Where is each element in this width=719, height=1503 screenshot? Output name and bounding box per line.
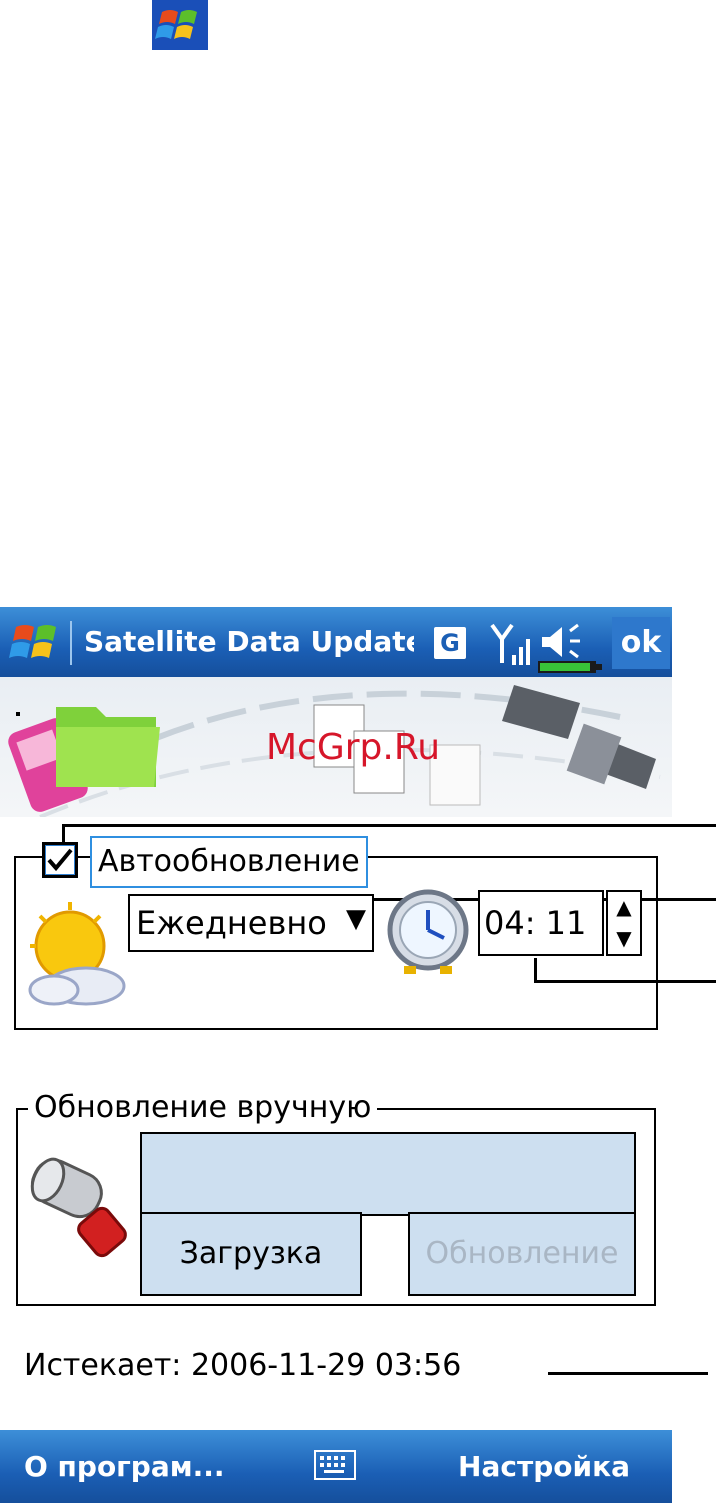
expiry-status: Истекает: 2006-11-29 03:56 [24, 1348, 462, 1383]
update-button[interactable]: Обновление [408, 1212, 636, 1296]
gprs-icon[interactable]: G [434, 627, 466, 659]
time-value: 04: 11 [484, 904, 587, 942]
callout-line-checkbox [62, 824, 716, 827]
keyboard-icon[interactable] [314, 1450, 356, 1480]
checkmark-icon [47, 848, 73, 872]
window-title: Satellite Data Update [84, 625, 414, 658]
auto-update-checkbox[interactable] [42, 842, 78, 878]
spin-up-icon[interactable]: ▲ [608, 892, 640, 923]
ok-button[interactable]: ok [612, 617, 670, 669]
manual-update-legend: Обновление вручную [28, 1090, 378, 1125]
title-bar: Satellite Data Update G ok [0, 607, 672, 677]
frequency-value: Ежедневно [136, 904, 327, 942]
frequency-select[interactable]: Ежедневно ▼ [128, 894, 374, 952]
settings-menu-button[interactable]: Настройка [458, 1450, 630, 1483]
speaker-icon[interactable] [538, 619, 606, 675]
clock-icon [387, 889, 469, 974]
signal-icon[interactable] [490, 621, 534, 669]
spacer-4 [16, 712, 20, 716]
callout-line-expiry [548, 1372, 708, 1375]
weather-icon [28, 902, 126, 1006]
folder-icon [56, 707, 160, 787]
windows-start-icon[interactable] [8, 621, 64, 665]
time-spinner[interactable]: ▲ ▼ [606, 890, 642, 956]
satellite-icon [502, 685, 656, 789]
title-separator [70, 621, 72, 665]
windows-logo-icon [152, 0, 208, 50]
watermark: McGrp.Ru [266, 727, 441, 768]
menu-bar: О програм... Настройка [0, 1430, 672, 1503]
progress-bar [140, 1132, 636, 1216]
banner-image: McGrp.Ru [0, 677, 672, 817]
auto-update-label[interactable]: Автообновление [90, 836, 368, 888]
chevron-down-icon: ▼ [346, 904, 366, 934]
time-input[interactable]: 04: 11 [478, 890, 604, 956]
download-button[interactable]: Загрузка [140, 1212, 362, 1296]
hammer-icon [30, 1157, 127, 1258]
keyboard-keys-icon [320, 1456, 345, 1473]
about-menu-button[interactable]: О програм... [24, 1450, 225, 1483]
spin-down-icon[interactable]: ▼ [608, 923, 640, 954]
